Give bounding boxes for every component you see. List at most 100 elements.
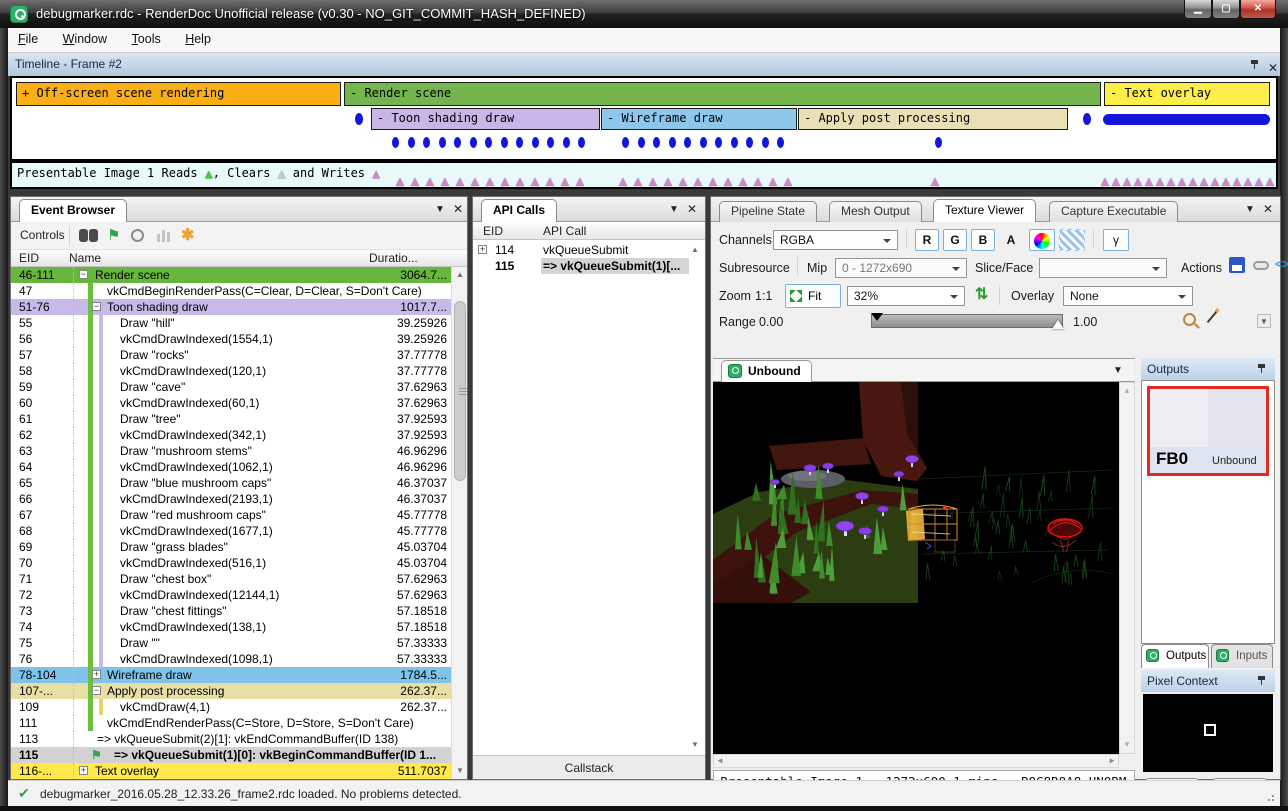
callstack-footer[interactable]: Callstack — [473, 755, 705, 779]
tab-outputs[interactable]: Outputs — [1141, 644, 1209, 668]
timeline-draw-marker[interactable] — [684, 137, 691, 148]
zoom-percent-combo[interactable]: 32% — [847, 286, 965, 306]
scroll-down-icon[interactable]: ▼ — [687, 737, 703, 753]
timeline-draw-marker[interactable] — [501, 137, 508, 148]
event-row[interactable]: 76vkCmdDrawIndexed(1098,1)57.33333 — [11, 651, 451, 667]
usage-write-marker[interactable]: ▲ — [631, 174, 645, 188]
event-row[interactable]: 116-...+Text overlay511.7037 — [11, 763, 451, 779]
channel-g-toggle[interactable]: G — [943, 229, 967, 251]
timeline-marker-bar[interactable]: - Apply post processing — [798, 108, 1068, 130]
event-row[interactable]: 113=> vkQueueSubmit(2)[1]: vkEndCommandB… — [11, 731, 451, 747]
event-row[interactable]: 66vkCmdDrawIndexed(2193,1)46.37037 — [11, 491, 451, 507]
tab-capture-executable[interactable]: Capture Executable — [1049, 201, 1178, 222]
texture-display-area[interactable] — [713, 382, 1119, 754]
minimize-button[interactable]: ▁ — [1184, 0, 1212, 19]
event-row[interactable]: 56vkCmdDrawIndexed(1554,1)39.25926 — [11, 331, 451, 347]
usage-write-marker[interactable]: ▲ — [736, 174, 750, 188]
event-row[interactable]: 70vkCmdDrawIndexed(516,1)45.03704 — [11, 555, 451, 571]
mip-combo[interactable]: 0 - 1272x690 — [835, 258, 967, 278]
timeline-marker-bar[interactable]: + Off-screen scene rendering — [16, 82, 341, 106]
usage-write-marker[interactable]: ▲ — [766, 174, 780, 188]
col-name[interactable]: Name — [69, 251, 101, 265]
channel-r-toggle[interactable]: R — [915, 229, 939, 251]
event-row[interactable]: 107-...−Apply post processing262.37... — [11, 683, 451, 699]
event-row[interactable]: 64vkCmdDrawIndexed(1062,1)46.96296 — [11, 459, 451, 475]
range-slider[interactable] — [871, 314, 1063, 328]
usage-write-marker[interactable]: ▲ — [646, 174, 660, 188]
channel-a-toggle[interactable]: A — [999, 229, 1023, 251]
timeline-draw-marker[interactable] — [454, 137, 461, 148]
scroll-up-icon[interactable]: ▲ — [452, 267, 468, 283]
event-row[interactable]: 47vkCmdBeginRenderPass(C=Clear, D=Clear,… — [11, 283, 451, 299]
usage-write-marker[interactable]: ▲ — [408, 174, 422, 188]
timeline-draw-marker[interactable] — [700, 137, 707, 148]
event-row[interactable]: 59Draw "cave"37.62963 — [11, 379, 451, 395]
event-row[interactable]: 68vkCmdDrawIndexed(1677,1)45.77778 — [11, 523, 451, 539]
fb0-thumbnail[interactable]: FB0 Unbound — [1147, 386, 1269, 476]
jump-to-event-flag-icon[interactable]: ⚑ — [107, 226, 120, 244]
timeline-draw-marker[interactable] — [622, 137, 629, 148]
usage-write-marker[interactable]: ▲ — [1263, 174, 1277, 188]
pixel-context-view[interactable] — [1143, 694, 1273, 772]
timeline-draw-marker[interactable] — [653, 137, 660, 148]
event-row[interactable]: 46-111−Render scene3064.7... — [11, 267, 451, 283]
maximize-button[interactable]: ▢ — [1212, 0, 1240, 19]
timeline-draw-marker[interactable] — [762, 137, 769, 148]
close-icon[interactable]: ✕ — [453, 202, 463, 216]
col-duration[interactable]: Duratio... — [369, 251, 418, 265]
timeline-draw-marker[interactable] — [638, 137, 645, 148]
range-options-icon[interactable]: ▼ — [1257, 314, 1271, 328]
timeline-draw-marker[interactable] — [563, 137, 570, 148]
chevron-down-icon[interactable]: ▼ — [435, 204, 445, 215]
tab-api-calls[interactable]: API Calls — [481, 199, 557, 222]
overlay-combo[interactable]: None — [1063, 286, 1193, 306]
pin-icon[interactable] — [1250, 59, 1259, 70]
range-max-value[interactable]: 1.00 — [1073, 315, 1097, 329]
usage-write-marker[interactable]: ▲ — [721, 174, 735, 188]
timeline-canvas[interactable]: + Off-screen scene rendering- Render sce… — [10, 76, 1278, 161]
resource-usage-strip[interactable]: Presentable Image 1 Reads ▲, Clears ▲ an… — [10, 161, 1278, 189]
timeline-draw-marker[interactable] — [715, 137, 722, 148]
usage-write-marker[interactable]: ▲ — [928, 174, 942, 188]
scroll-up-icon[interactable]: ▲ — [1119, 383, 1135, 399]
expander-icon[interactable]: − — [92, 686, 101, 695]
event-row[interactable]: 55Draw "hill"39.25926 — [11, 315, 451, 331]
timeline-marker-bar[interactable]: - Render scene — [344, 82, 1101, 106]
scroll-left-icon[interactable]: ◄ — [716, 755, 724, 767]
timeline-draw-marker[interactable] — [669, 137, 676, 148]
scroll-down-icon[interactable]: ▼ — [452, 763, 468, 779]
scrollbar-thumb[interactable] — [454, 301, 466, 481]
usage-write-marker[interactable]: ▲ — [616, 174, 630, 188]
time-draws-clock-icon[interactable] — [131, 229, 144, 242]
scroll-right-icon[interactable]: ► — [1108, 755, 1116, 767]
timeline-events-pill[interactable] — [1103, 114, 1270, 125]
link-icon[interactable] — [1253, 261, 1269, 270]
timeline-draw-marker[interactable] — [547, 137, 554, 148]
checker-background-toggle[interactable] — [1059, 229, 1085, 251]
usage-write-marker[interactable]: ▲ — [513, 174, 527, 188]
tab-mesh-output[interactable]: Mesh Output — [829, 201, 922, 222]
usage-write-marker[interactable]: ▲ — [483, 174, 497, 188]
timeline-draw-marker[interactable] — [935, 137, 942, 148]
event-row[interactable]: 61Draw "tree"37.92593 — [11, 411, 451, 427]
gamma-toggle[interactable]: γ — [1103, 229, 1129, 251]
tab-texture-viewer[interactable]: Texture Viewer — [933, 199, 1036, 222]
usage-write-marker[interactable]: ▲ — [498, 174, 512, 188]
usage-write-marker[interactable]: ▲ — [676, 174, 690, 188]
api-row[interactable]: + 114 vkQueueSubmit — [473, 242, 689, 258]
chevron-down-icon[interactable]: ▼ — [1245, 204, 1255, 215]
usage-write-marker[interactable]: ▲ — [528, 174, 542, 188]
usage-write-marker[interactable]: ▲ — [706, 174, 720, 188]
usage-write-marker[interactable]: ▲ — [691, 174, 705, 188]
timeline-draw-marker[interactable] — [355, 113, 363, 125]
event-row[interactable]: 78-104+Wireframe draw1784.5... — [11, 667, 451, 683]
timeline-draw-marker[interactable] — [578, 137, 585, 148]
open-code-icon[interactable]: <> — [1275, 257, 1288, 271]
chevron-down-icon[interactable]: ▼ — [1113, 365, 1123, 376]
find-event-icon[interactable] — [79, 229, 88, 242]
event-row[interactable]: 62vkCmdDrawIndexed(342,1)37.92593 — [11, 427, 451, 443]
usage-write-marker[interactable]: ▲ — [751, 174, 765, 188]
usage-write-marker[interactable]: ▲ — [453, 174, 467, 188]
menu-window[interactable]: Window — [53, 28, 117, 50]
event-row[interactable]: 63Draw "mushroom stems"46.96296 — [11, 443, 451, 459]
